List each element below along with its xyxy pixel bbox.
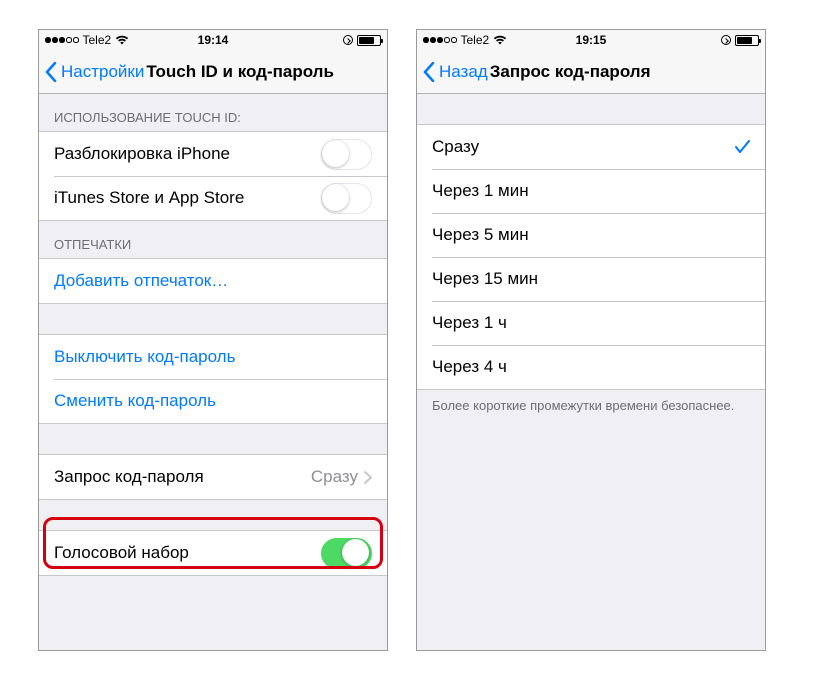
row-label: Добавить отпечаток… (54, 271, 372, 291)
wifi-icon (115, 35, 129, 45)
row-require-passcode[interactable]: Запрос код-пароля Сразу (39, 455, 387, 499)
wifi-icon (493, 35, 507, 45)
status-bar: Tele2 19:14 (39, 30, 387, 50)
row-label: Запрос код-пароля (54, 467, 311, 487)
option-row[interactable]: Через 5 мин (417, 213, 765, 257)
status-right (721, 35, 759, 46)
orientation-lock-icon (343, 35, 353, 45)
battery-icon (357, 35, 381, 46)
section-header-fingerprints: ОТПЕЧАТКИ (39, 221, 387, 258)
option-label: Через 5 мин (432, 225, 750, 245)
status-time: 19:15 (576, 33, 607, 47)
option-label: Через 4 ч (432, 357, 750, 377)
option-row[interactable]: Сразу (417, 125, 765, 169)
row-change-passcode[interactable]: Сменить код-пароль (39, 379, 387, 423)
row-detail-value: Сразу (311, 467, 358, 487)
row-label: iTunes Store и App Store (54, 188, 321, 208)
option-row[interactable]: Через 1 ч (417, 301, 765, 345)
chevron-left-icon (423, 62, 435, 82)
options-group: Сразу Через 1 мин Через 5 мин Через 15 м… (417, 124, 765, 390)
option-row[interactable]: Через 15 мин (417, 257, 765, 301)
row-label: Выключить код-пароль (54, 347, 372, 367)
navigation-bar: Настройки Touch ID и код-пароль (39, 50, 387, 94)
status-time: 19:14 (198, 33, 229, 47)
passcode-actions-group: Выключить код-пароль Сменить код-пароль (39, 334, 387, 424)
checkmark-icon (735, 140, 750, 154)
option-label: Сразу (432, 137, 735, 157)
right-screenshot: Tele2 19:15 Назад Запрос код-пароля Сраз… (416, 29, 766, 651)
row-label: Разблокировка iPhone (54, 144, 321, 164)
toggle-unlock-iphone[interactable] (321, 139, 372, 170)
orientation-lock-icon (721, 35, 731, 45)
left-screenshot: Tele2 19:14 Настройки Touch ID и код-пар… (38, 29, 388, 651)
row-unlock-iphone[interactable]: Разблокировка iPhone (39, 132, 387, 176)
row-voice-dial[interactable]: Голосовой набор (39, 531, 387, 575)
option-row[interactable]: Через 4 ч (417, 345, 765, 389)
section-footer: Более короткие промежутки времени безопа… (417, 390, 765, 421)
status-bar: Tele2 19:15 (417, 30, 765, 50)
back-button[interactable]: Назад (423, 62, 488, 82)
toggle-voice-dial[interactable] (321, 538, 372, 569)
option-label: Через 15 мин (432, 269, 750, 289)
touchid-group: Разблокировка iPhone iTunes Store и App … (39, 131, 387, 221)
carrier-label: Tele2 (83, 33, 112, 47)
battery-icon (735, 35, 759, 46)
toggle-itunes-appstore[interactable] (321, 183, 372, 214)
row-label: Голосовой набор (54, 543, 321, 563)
navigation-bar: Назад Запрос код-пароля (417, 50, 765, 94)
back-label: Назад (439, 62, 488, 82)
page-title: Touch ID и код-пароль (146, 62, 334, 82)
option-label: Через 1 ч (432, 313, 750, 333)
signal-strength-icon (423, 37, 457, 43)
option-label: Через 1 мин (432, 181, 750, 201)
back-label: Настройки (61, 62, 144, 82)
voice-dial-group: Голосовой набор (39, 530, 387, 576)
option-row[interactable]: Через 1 мин (417, 169, 765, 213)
row-turn-off-passcode[interactable]: Выключить код-пароль (39, 335, 387, 379)
require-passcode-group: Запрос код-пароля Сразу (39, 454, 387, 500)
signal-strength-icon (45, 37, 79, 43)
page-title: Запрос код-пароля (490, 62, 651, 82)
back-button[interactable]: Настройки (45, 62, 144, 82)
row-itunes-appstore[interactable]: iTunes Store и App Store (39, 176, 387, 220)
chevron-right-icon (364, 471, 372, 484)
row-label: Сменить код-пароль (54, 391, 372, 411)
status-right (343, 35, 381, 46)
chevron-left-icon (45, 62, 57, 82)
carrier-label: Tele2 (461, 33, 490, 47)
row-add-fingerprint[interactable]: Добавить отпечаток… (39, 259, 387, 303)
fingerprints-group: Добавить отпечаток… (39, 258, 387, 304)
section-header-touchid: ИСПОЛЬЗОВАНИЕ TOUCH ID: (39, 94, 387, 131)
